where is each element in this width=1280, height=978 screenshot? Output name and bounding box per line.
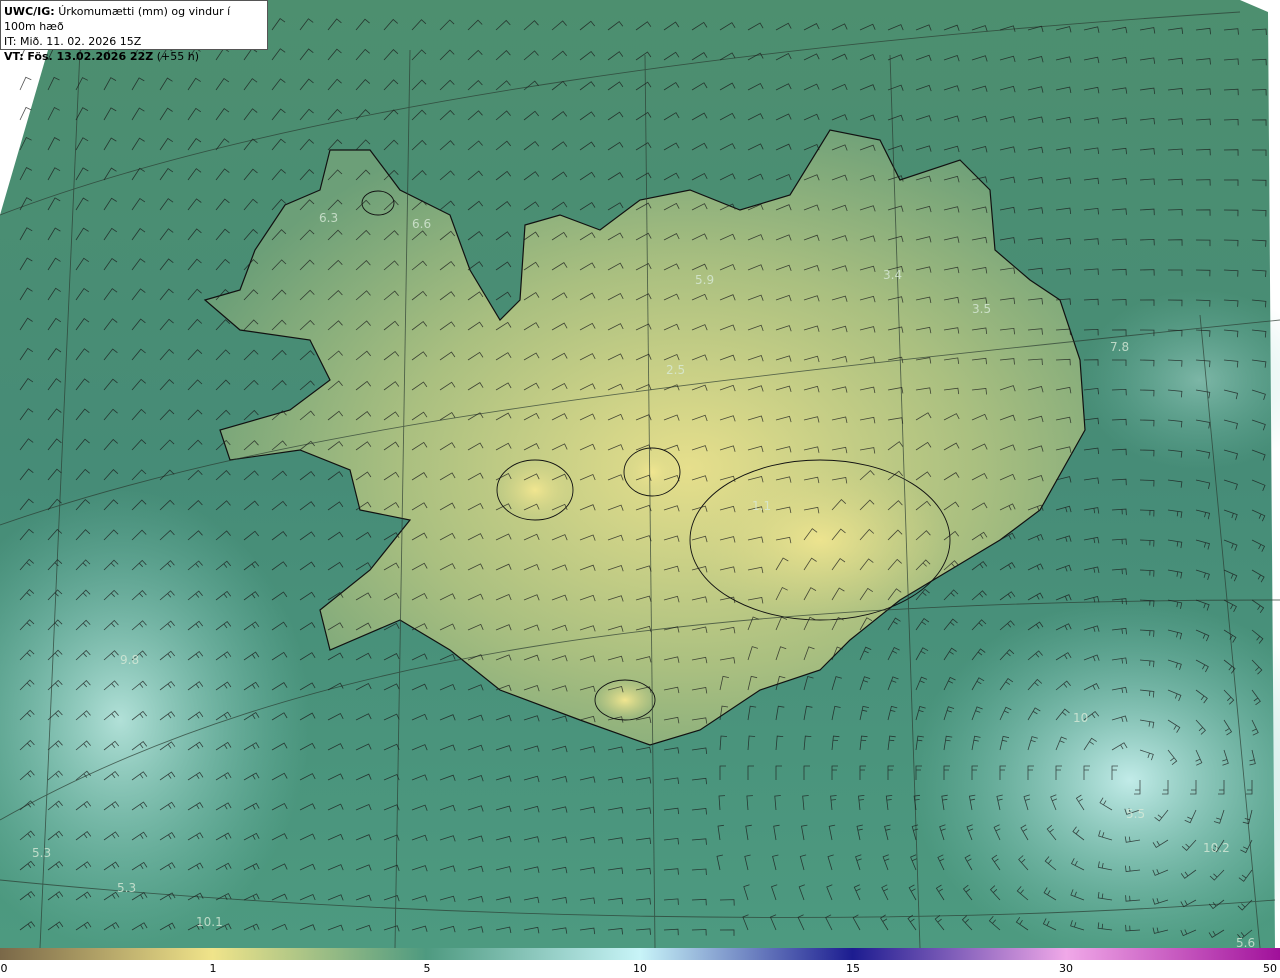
glacier-hofsjokull <box>623 447 681 497</box>
valid-prefix: VT: <box>4 50 24 63</box>
glacier-vatnajokull <box>689 459 951 621</box>
colorbar-tick: 10 <box>633 962 647 975</box>
map-label: 7.8 <box>1110 340 1129 354</box>
colorbar-labels: 0 1 5 10 15 30 50 <box>0 962 1280 978</box>
colorbar-tick: 5 <box>423 962 431 975</box>
init-time: IT: Mið. 11. 02. 2026 15Z <box>4 35 142 48</box>
map-label: 5.3 <box>117 881 136 895</box>
map-label: 10.1 <box>196 915 223 929</box>
lead-time: (+55 h) <box>156 50 199 63</box>
map-label: 10 <box>1073 711 1088 725</box>
valid-time: Fös. 13.02.2026 22Z <box>27 50 154 63</box>
model-name: UWC/IG: <box>4 5 55 18</box>
glacier-myrdalsjokull <box>594 679 656 721</box>
colorbar-tick: 0 <box>0 962 8 975</box>
map-label: 5.3 <box>32 846 51 860</box>
map-label: 9.8 <box>120 653 139 667</box>
map-label: 2.5 <box>666 363 685 377</box>
map-label: 5.9 <box>695 273 714 287</box>
colorbar-gradient <box>0 948 1280 960</box>
map-title-box: UWC/IG: Úrkomumætti (mm) og vindur í 100… <box>0 0 268 63</box>
map-label: 1.1 <box>752 499 771 513</box>
map-label: 6.3 <box>319 211 338 225</box>
colorbar-tick: 30 <box>1059 962 1073 975</box>
map-label: 3.5 <box>972 302 991 316</box>
glacier-langjokull <box>496 459 574 521</box>
map-label: 5.6 <box>1236 936 1255 948</box>
precipitation-wind-map: 6.3 6.6 5.9 3.4 3.5 7.8 2.5 1.1 9.8 10 5… <box>0 0 1280 948</box>
map-label: 3.4 <box>883 268 902 282</box>
colorbar-tick: 50 <box>1263 962 1277 975</box>
map-label: 10.2 <box>1203 841 1230 855</box>
map-label: 5.5 <box>1126 807 1145 821</box>
map-label: 6.6 <box>412 217 431 231</box>
colorbar-tick: 1 <box>209 962 217 975</box>
precip-colorbar <box>0 948 1280 960</box>
colorbar-tick: 15 <box>846 962 860 975</box>
